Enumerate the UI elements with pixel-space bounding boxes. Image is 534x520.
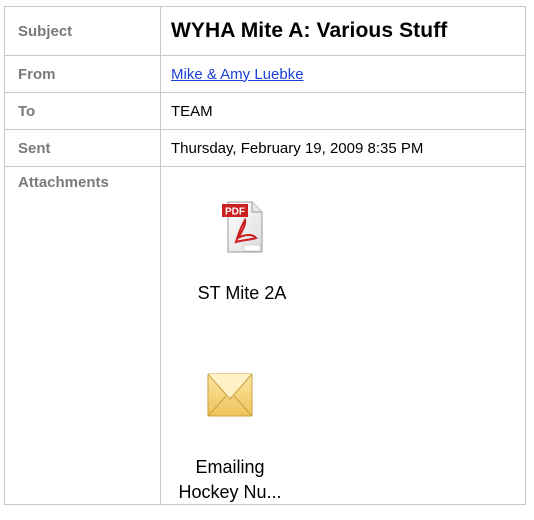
subject-label: Subject [4,6,161,56]
attachment-email[interactable]: Emailing Hockey Nu... [160,370,300,505]
from-link[interactable]: Mike & Amy Luebke [171,66,304,83]
to-label: To [4,92,161,130]
attachment-pdf[interactable]: PDF ST Mite 2A [182,198,302,306]
from-label: From [4,55,161,93]
from-row: From Mike & Amy Luebke [4,55,526,93]
to-value: TEAM [160,92,526,130]
attachments-label: Attachments [4,166,161,505]
email-envelope-icon [207,373,253,417]
subject-value-cell: WYHA Mite A: Various Stuff [160,6,526,56]
subject-row: Subject WYHA Mite A: Various Stuff [4,6,526,56]
pdf-badge-text: PDF [225,207,245,218]
attachment-pdf-name: ST Mite 2A [197,283,287,303]
subject-value: WYHA Mite A: Various Stuff [171,19,448,42]
from-value-cell: Mike & Amy Luebke [160,55,526,93]
sent-row: Sent Thursday, February 19, 2009 8:35 PM [4,129,526,167]
sent-label: Sent [4,129,161,167]
sent-value: Thursday, February 19, 2009 8:35 PM [160,129,526,167]
to-row: To TEAM [4,92,526,130]
attachment-email-name-line1: Emailing [195,457,265,477]
attachment-email-name-line2: Hockey Nu... [178,482,282,502]
pdf-file-icon: PDF [222,201,263,253]
